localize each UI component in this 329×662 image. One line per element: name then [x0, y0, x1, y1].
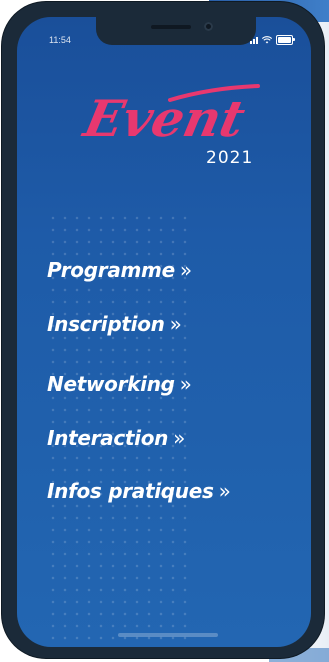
status-icons	[250, 35, 295, 45]
speaker-grille	[151, 25, 191, 29]
menu-item-infos-pratiques[interactable]: Infos pratiques»	[47, 479, 231, 503]
menu-item-programme[interactable]: Programme»	[47, 258, 192, 282]
wifi-icon	[262, 36, 272, 44]
mute-switch	[2, 90, 8, 120]
chevron-right-icon: »	[218, 479, 231, 503]
front-camera	[204, 22, 213, 31]
signal-bars-icon	[250, 36, 258, 44]
menu-item-label: Programme	[47, 258, 175, 282]
volume-down-button	[2, 200, 8, 248]
menu-item-inscription[interactable]: Inscription»	[47, 312, 182, 336]
event-logo-icon: Event	[80, 84, 260, 148]
chevron-right-icon: »	[173, 426, 186, 450]
chevron-right-icon: »	[179, 372, 192, 396]
menu-item-label: Infos pratiques	[47, 479, 214, 503]
page-background: 11:54 Event 2021 Programme» Inscription …	[0, 0, 329, 662]
menu-item-label: Interaction	[47, 426, 169, 450]
battery-icon	[276, 35, 295, 45]
chevron-right-icon: »	[179, 258, 192, 282]
menu-item-label: Networking	[47, 372, 175, 396]
volume-up-button	[2, 142, 8, 190]
menu-item-label: Inscription	[47, 312, 165, 336]
logo-word: Event	[80, 90, 250, 148]
logo-year: 2021	[206, 148, 254, 168]
home-indicator[interactable]	[118, 633, 218, 637]
chevron-right-icon: »	[169, 312, 182, 336]
menu-item-networking[interactable]: Networking»	[47, 372, 192, 396]
phone-notch	[96, 17, 256, 45]
status-time: 11:54	[49, 35, 71, 45]
menu-item-interaction[interactable]: Interaction»	[47, 426, 185, 450]
